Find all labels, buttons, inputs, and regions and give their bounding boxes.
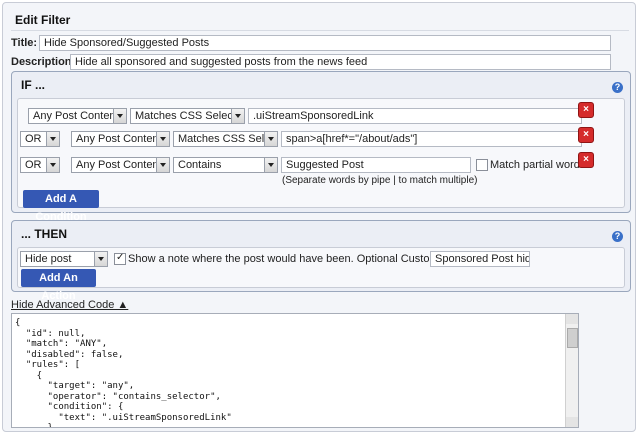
condition-1-operator-select[interactable]: Matches CSS Selector	[130, 108, 245, 124]
match-partial-checkbox[interactable]	[476, 159, 488, 171]
show-note-checkbox[interactable]	[114, 252, 126, 265]
condition-2-join-value: OR	[25, 133, 42, 145]
condition-3-join-select[interactable]: OR	[20, 157, 60, 173]
condition-2-target-value: Any Post Content	[76, 133, 162, 145]
condition-3-operator-select[interactable]: Contains	[173, 157, 278, 173]
chevron-down-icon	[156, 132, 169, 146]
title-divider	[11, 30, 629, 31]
condition-1-value-input[interactable]: .uiStreamSponsoredLink	[248, 108, 582, 124]
chevron-down-icon	[46, 158, 59, 172]
scroll-up-icon[interactable]	[566, 314, 578, 324]
advanced-code-textarea[interactable]: { "id": null, "match": "ANY", "disabled"…	[11, 313, 579, 428]
actions-container: Hide post Show a note where the post wou…	[17, 247, 625, 302]
condition-1-delete-icon[interactable]: ×	[578, 102, 594, 118]
title-input[interactable]: Hide Sponsored/Suggested Posts	[39, 35, 611, 51]
chevron-down-icon	[264, 158, 277, 172]
hide-advanced-code-link[interactable]: Hide Advanced Code ▲	[11, 299, 128, 311]
title-label: Title:	[11, 37, 38, 49]
chevron-down-icon	[46, 132, 59, 146]
condition-2-join-select[interactable]: OR	[20, 131, 60, 147]
condition-3-operator-value: Contains	[178, 159, 222, 171]
then-help-icon[interactable]: ?	[612, 231, 623, 242]
then-panel-title: ... THEN	[21, 227, 68, 241]
advanced-code-content: { "id": null, "match": "ANY", "disabled"…	[15, 318, 232, 428]
condition-3-target-value: Any Post Content	[76, 159, 162, 171]
conditions-container: Any Post Content Matches CSS Selector .u…	[17, 98, 625, 223]
condition-3-target-select[interactable]: Any Post Content	[71, 157, 170, 173]
condition-1-operator-value: Matches CSS Selector	[135, 110, 245, 122]
if-panel-title: IF ...	[21, 78, 45, 92]
description-input[interactable]: Hide all sponsored and suggested posts f…	[70, 54, 611, 70]
condition-2-target-select[interactable]: Any Post Content	[71, 131, 170, 147]
action-value: Hide post	[25, 253, 72, 265]
chevron-down-icon	[231, 109, 244, 123]
condition-1-target-value: Any Post Content	[33, 110, 119, 122]
chevron-down-icon	[94, 252, 107, 266]
condition-3-join-value: OR	[25, 159, 42, 171]
chevron-down-icon	[113, 109, 126, 123]
dialog-title: Edit Filter	[15, 13, 71, 27]
condition-hint: (Separate words by pipe | to match multi…	[282, 175, 478, 186]
condition-2-value-input[interactable]: span>a[href*="/about/ads"]	[281, 131, 582, 147]
then-panel: ... THEN ? Hide post Show a note where t…	[11, 220, 631, 302]
chevron-down-icon	[156, 158, 169, 172]
description-label: Description:	[11, 56, 76, 68]
chevron-down-icon	[264, 132, 277, 146]
edit-filter-dialog: Edit Filter Title: Hide Sponsored/Sugges…	[2, 2, 636, 432]
condition-3-delete-icon[interactable]: ×	[578, 152, 594, 168]
scroll-down-icon[interactable]	[566, 417, 578, 427]
condition-3-value-input[interactable]: Suggested Post	[281, 157, 471, 173]
condition-1-target-select[interactable]: Any Post Content	[28, 108, 127, 124]
code-scrollbar[interactable]	[565, 314, 578, 427]
scroll-thumb[interactable]	[567, 328, 578, 348]
condition-2-operator-value: Matches CSS Selector	[178, 133, 278, 145]
add-action-button[interactable]: Add An Action	[21, 269, 96, 302]
condition-2-delete-icon[interactable]: ×	[578, 127, 594, 143]
condition-2-operator-select[interactable]: Matches CSS Selector	[173, 131, 278, 147]
if-panel: IF ... ? Any Post Content Matches CSS Se…	[11, 71, 631, 223]
custom-message-input[interactable]: Sponsored Post hidden	[430, 251, 530, 267]
action-select[interactable]: Hide post	[20, 251, 108, 267]
add-condition-button[interactable]: Add A Condition	[23, 190, 99, 223]
match-partial-label: Match partial words	[490, 159, 586, 171]
if-help-icon[interactable]: ?	[612, 82, 623, 93]
